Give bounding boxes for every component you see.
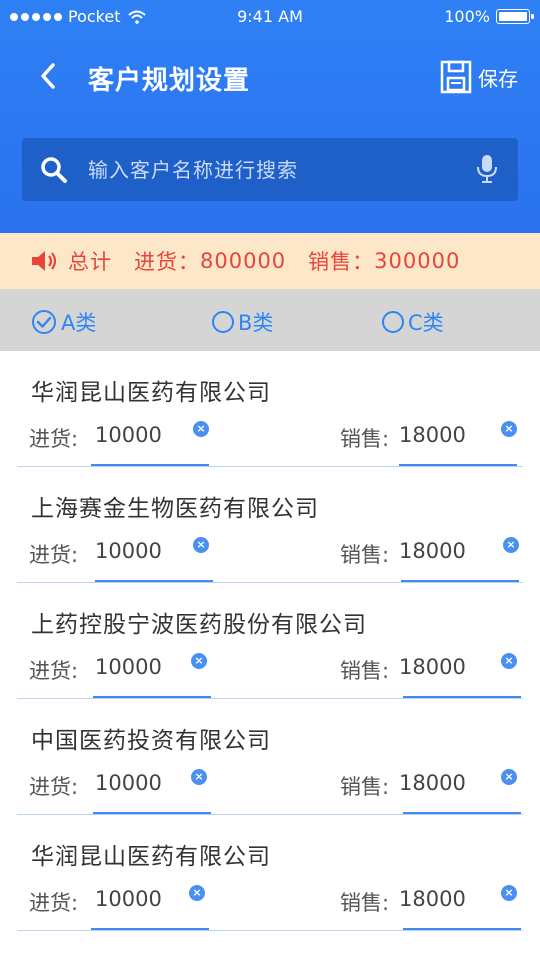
- filter-label: C类: [408, 311, 444, 335]
- purchase-input[interactable]: 10000: [95, 539, 162, 563]
- purchase-label: 进货:: [29, 775, 79, 799]
- summary-sales-value: 300000: [374, 249, 461, 273]
- battery-percent: 100%: [444, 7, 490, 26]
- sales-input[interactable]: 18000: [399, 771, 466, 795]
- purchase-input[interactable]: 10000: [95, 771, 162, 795]
- header: Pocket 9:41 AM 100% 客户规划设置 保存 输入客户名称进行搜索: [0, 0, 540, 233]
- floppy-disk-icon: [440, 60, 472, 94]
- speaker-icon: [32, 251, 57, 271]
- clear-sales-icon[interactable]: ×: [501, 769, 517, 785]
- summary-sales-label: 销售：: [308, 250, 375, 274]
- search-bar: [22, 138, 518, 201]
- clear-sales-icon[interactable]: ×: [501, 421, 517, 437]
- nav-bar: 客户规划设置 保存: [0, 50, 540, 104]
- category-filter-bar: A类 B类 C类: [0, 289, 540, 351]
- microphone-icon[interactable]: [476, 154, 498, 184]
- filter-option-c[interactable]: C类: [382, 307, 444, 337]
- sales-label: 销售:: [340, 543, 390, 567]
- summary-bar: 总计 进货： 800000 销售： 300000: [0, 233, 540, 289]
- clear-purchase-icon[interactable]: ×: [193, 537, 209, 553]
- clear-purchase-icon[interactable]: ×: [191, 653, 207, 669]
- sales-input[interactable]: 18000: [399, 539, 466, 563]
- sales-underline: [403, 812, 521, 814]
- check-circle-icon: [32, 310, 56, 334]
- filter-option-a[interactable]: A类: [31, 307, 96, 337]
- purchase-label: 进货:: [29, 659, 79, 683]
- customer-name: 中国医药投资有限公司: [31, 728, 271, 754]
- summary-purchase-value: 800000: [200, 249, 287, 273]
- customer-name: 华润昆山医药有限公司: [31, 844, 271, 870]
- sales-label: 销售:: [340, 891, 390, 915]
- sales-underline: [403, 928, 521, 930]
- customer-name: 上海赛金生物医药有限公司: [31, 496, 319, 522]
- clear-sales-icon[interactable]: ×: [501, 885, 517, 901]
- sales-input[interactable]: 18000: [399, 423, 466, 447]
- customer-card: 中国医药投资有限公司 进货: 10000 × 销售: 18000 ×: [17, 699, 523, 815]
- filter-option-b[interactable]: B类: [212, 307, 273, 337]
- sales-label: 销售:: [340, 659, 390, 683]
- purchase-label: 进货:: [29, 543, 79, 567]
- save-button[interactable]: 保存: [440, 60, 518, 94]
- customer-name: 上药控股宁波医药股份有限公司: [31, 612, 367, 638]
- clear-sales-icon[interactable]: ×: [503, 537, 519, 553]
- purchase-label: 进货:: [29, 891, 79, 915]
- customer-card: 华润昆山医药有限公司 进货: 10000 × 销售: 18000 ×: [17, 351, 523, 467]
- search-input[interactable]: [88, 138, 458, 201]
- clear-purchase-icon[interactable]: ×: [191, 769, 207, 785]
- purchase-underline: [93, 812, 211, 814]
- purchase-input[interactable]: 10000: [95, 423, 162, 447]
- clear-purchase-icon[interactable]: ×: [189, 885, 205, 901]
- radio-circle-icon: [212, 311, 234, 333]
- purchase-underline: [95, 580, 213, 582]
- summary-total-label: 总计: [68, 250, 112, 274]
- customer-card: 上海赛金生物医药有限公司 进货: 10000 × 销售: 18000 ×: [17, 467, 523, 583]
- purchase-underline: [93, 696, 211, 698]
- filter-label: A类: [61, 311, 97, 335]
- search-icon: [41, 157, 67, 183]
- battery-icon: [496, 9, 534, 24]
- customer-name: 华润昆山医药有限公司: [31, 380, 271, 406]
- filter-label: B类: [238, 311, 274, 335]
- sales-underline: [403, 696, 521, 698]
- sales-input[interactable]: 18000: [399, 887, 466, 911]
- purchase-input[interactable]: 10000: [95, 655, 162, 679]
- purchase-underline: [91, 464, 209, 466]
- status-bar: Pocket 9:41 AM 100%: [0, 0, 540, 34]
- chevron-left-icon: [41, 63, 55, 89]
- page-title: 客户规划设置: [88, 66, 251, 96]
- customer-card: 华润昆山医药有限公司 进货: 10000 × 销售: 18000 ×: [17, 815, 523, 931]
- purchase-input[interactable]: 10000: [95, 887, 162, 911]
- customer-card: 上药控股宁波医药股份有限公司 进货: 10000 × 销售: 18000 ×: [17, 583, 523, 699]
- save-label: 保存: [478, 66, 518, 91]
- sales-label: 销售:: [340, 775, 390, 799]
- sales-underline: [401, 580, 519, 582]
- radio-circle-icon: [382, 311, 404, 333]
- sales-input[interactable]: 18000: [399, 655, 466, 679]
- clear-purchase-icon[interactable]: ×: [193, 421, 209, 437]
- summary-purchase-label: 进货：: [134, 250, 200, 274]
- purchase-underline: [91, 928, 209, 930]
- sales-underline: [399, 464, 517, 466]
- purchase-label: 进货:: [29, 427, 79, 451]
- clear-sales-icon[interactable]: ×: [501, 653, 517, 669]
- sales-label: 销售:: [340, 427, 390, 451]
- back-button[interactable]: [30, 58, 66, 94]
